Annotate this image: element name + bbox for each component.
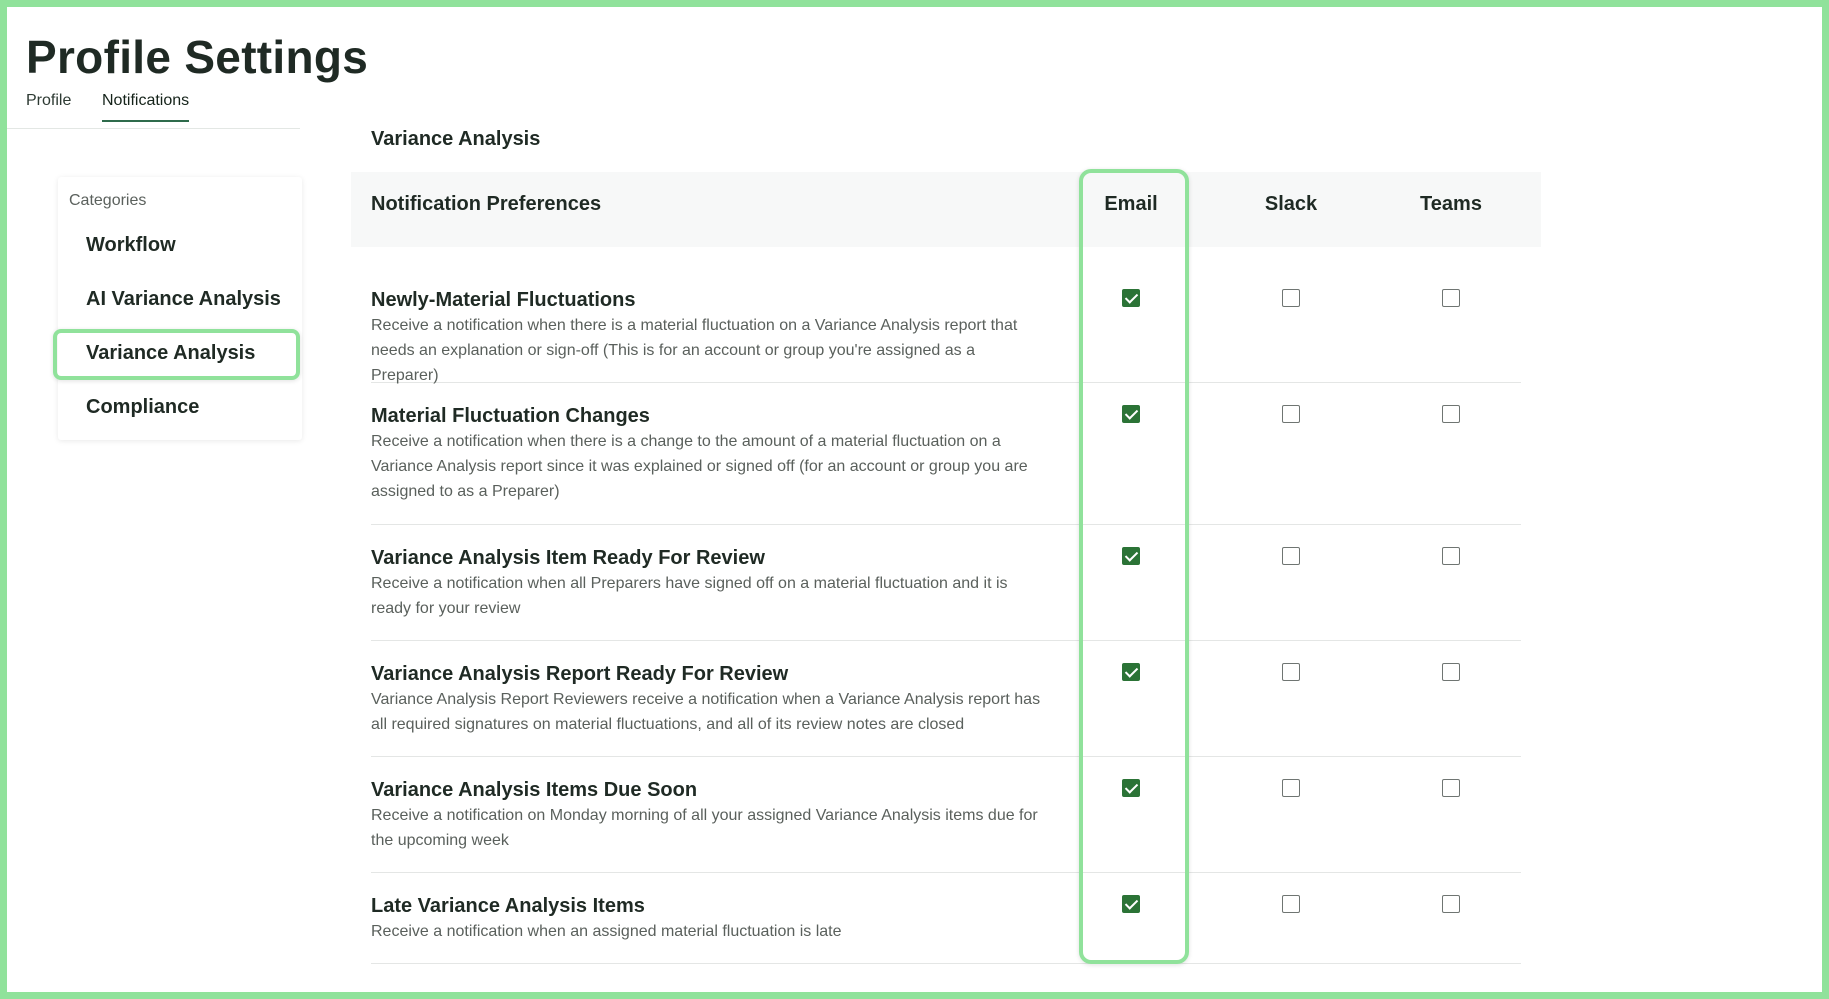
teams-checkbox[interactable] bbox=[1442, 895, 1460, 913]
tab-notifications[interactable]: Notifications bbox=[102, 92, 190, 122]
row-description: Receive a notification when there is a c… bbox=[371, 433, 1028, 500]
teams-checkbox[interactable] bbox=[1442, 405, 1460, 423]
row-title: Newly-Material Fluctuations bbox=[371, 289, 636, 311]
teams-checkbox[interactable] bbox=[1442, 547, 1460, 565]
email-checkbox[interactable] bbox=[1122, 895, 1140, 913]
page-title: Profile Settings bbox=[26, 31, 369, 83]
row-title: Late Variance Analysis Items bbox=[371, 895, 645, 917]
category-workflow[interactable]: Workflow bbox=[86, 234, 176, 257]
email-checkbox[interactable] bbox=[1122, 547, 1140, 565]
table-row: Newly-Material Fluctuations Receive a no… bbox=[371, 247, 1521, 384]
tab-profile[interactable]: Profile bbox=[26, 92, 71, 120]
row-description: Receive a notification when all Preparer… bbox=[371, 575, 1008, 617]
row-title: Variance Analysis Report Ready For Revie… bbox=[371, 663, 789, 685]
row-title: Variance Analysis Items Due Soon bbox=[371, 779, 698, 801]
row-description: Receive a notification when an assigned … bbox=[371, 923, 842, 940]
table-row: Late Variance Analysis Items Receive a n… bbox=[371, 873, 1521, 964]
email-checkbox[interactable] bbox=[1122, 663, 1140, 681]
table-row: Material Fluctuation Changes Receive a n… bbox=[371, 383, 1521, 525]
tab-divider bbox=[0, 128, 300, 129]
row-title: Variance Analysis Item Ready For Review bbox=[371, 547, 765, 569]
email-checkbox[interactable] bbox=[1122, 405, 1140, 423]
email-checkbox[interactable] bbox=[1122, 289, 1140, 307]
table-row: Variance Analysis Report Ready For Revie… bbox=[371, 641, 1521, 757]
teams-checkbox[interactable] bbox=[1442, 779, 1460, 797]
row-title: Material Fluctuation Changes bbox=[371, 405, 650, 427]
categories-heading: Categories bbox=[69, 192, 147, 209]
category-ai-variance-analysis[interactable]: AI Variance Analysis bbox=[86, 288, 281, 311]
slack-checkbox[interactable] bbox=[1282, 895, 1300, 913]
teams-checkbox[interactable] bbox=[1442, 289, 1460, 307]
slack-checkbox[interactable] bbox=[1282, 547, 1300, 565]
row-description: Receive a notification on Monday morning… bbox=[371, 807, 1038, 849]
category-variance-analysis[interactable]: Variance Analysis bbox=[86, 342, 255, 365]
table-row: Variance Analysis Item Ready For Review … bbox=[371, 525, 1521, 641]
slack-checkbox[interactable] bbox=[1282, 289, 1300, 307]
teams-checkbox[interactable] bbox=[1442, 663, 1460, 681]
header-slack: Slack bbox=[1264, 193, 1318, 215]
categories-sidebar: Categories Workflow AI Variance Analysis… bbox=[58, 177, 302, 440]
table-row: Variance Analysis Items Due Soon Receive… bbox=[371, 757, 1521, 873]
email-checkbox[interactable] bbox=[1122, 779, 1140, 797]
header-teams: Teams bbox=[1420, 193, 1482, 215]
category-compliance[interactable]: Compliance bbox=[86, 396, 199, 419]
slack-checkbox[interactable] bbox=[1282, 663, 1300, 681]
slack-checkbox[interactable] bbox=[1282, 779, 1300, 797]
section-title: Variance Analysis bbox=[371, 128, 541, 150]
row-description: Receive a notification when there is a m… bbox=[371, 317, 1018, 384]
slack-checkbox[interactable] bbox=[1282, 405, 1300, 423]
row-description: Variance Analysis Report Reviewers recei… bbox=[371, 691, 1041, 733]
header-notification-preferences: Notification Preferences bbox=[371, 193, 602, 215]
header-email: Email bbox=[1104, 193, 1158, 215]
